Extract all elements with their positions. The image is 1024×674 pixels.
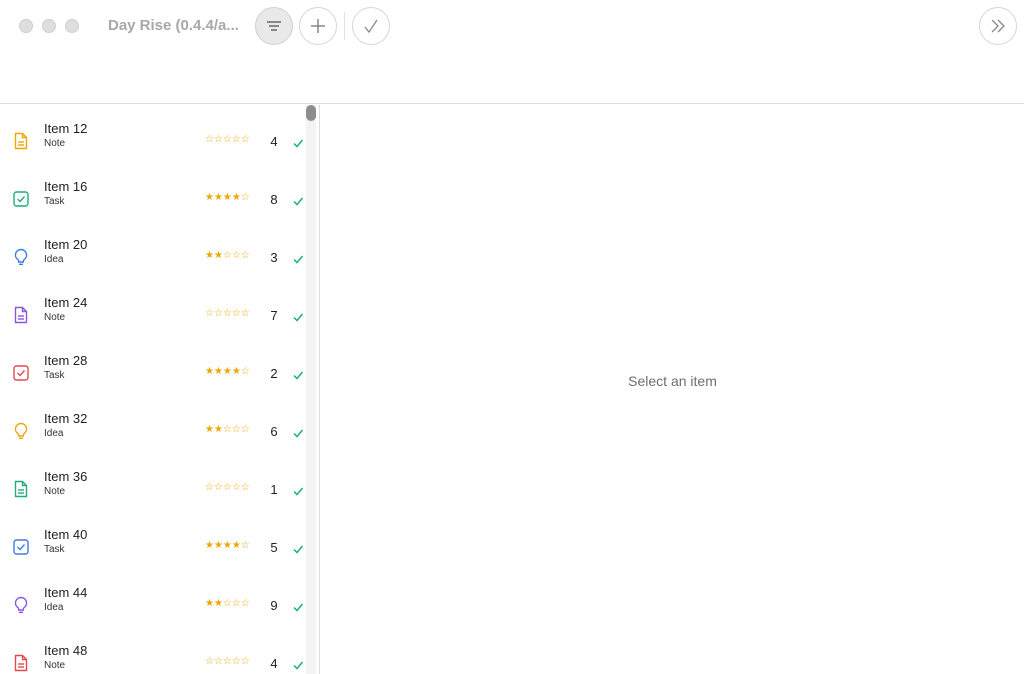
checkmark-icon[interactable] [292, 426, 304, 438]
list-item[interactable]: Item 24 Note ☆☆☆☆☆ 7 [0, 281, 306, 339]
checkbox-icon [12, 364, 30, 382]
item-name: Item 48 [44, 643, 88, 658]
checkbox-icon [12, 190, 30, 208]
filter-lines-icon [267, 21, 281, 31]
checkmark-icon [364, 19, 378, 34]
item-name: Item 40 [44, 527, 88, 542]
detail-panel: Select an item [321, 105, 1024, 674]
item-type: Idea [44, 602, 64, 613]
star-rating[interactable]: ★★★★☆ [205, 192, 250, 203]
title-bar: Day Rise (0.4.4/a... [0, 0, 1024, 104]
list-item[interactable]: Item 48 Note ☆☆☆☆☆ 4 [0, 629, 306, 674]
item-name: Item 12 [44, 121, 88, 136]
item-type: Note [44, 138, 66, 149]
checkmark-icon[interactable] [292, 310, 304, 322]
lightbulb-icon [12, 248, 30, 266]
item-count: 1 [270, 482, 278, 497]
list-item[interactable]: Item 40 Task ★★★★☆ 5 [0, 513, 306, 571]
star-rating[interactable]: ★★☆☆☆ [205, 598, 250, 609]
add-item-button[interactable] [299, 7, 337, 45]
star-rating[interactable]: ☆☆☆☆☆ [205, 656, 250, 667]
item-list: Item 12 Note ☆☆☆☆☆ 4 Item 16 Task ★★★★☆ 8 Item 2… [0, 105, 320, 674]
item-type: Note [44, 312, 66, 323]
checkmark-icon[interactable] [292, 542, 304, 554]
item-type: Task [44, 544, 65, 555]
list-item[interactable]: Item 32 Idea ★★☆☆☆ 6 [0, 397, 306, 455]
checkmark-icon[interactable] [292, 600, 304, 612]
item-name: Item 44 [44, 585, 88, 600]
plus-icon [311, 19, 325, 33]
list-item[interactable]: Item 44 Idea ★★☆☆☆ 9 [0, 571, 306, 629]
star-rating[interactable]: ★★☆☆☆ [205, 250, 250, 261]
document-icon [12, 306, 30, 324]
item-type: Idea [44, 254, 64, 265]
item-name: Item 16 [44, 179, 88, 194]
item-name: Item 28 [44, 353, 88, 368]
checkmark-icon[interactable] [292, 484, 304, 496]
item-count: 2 [270, 366, 278, 381]
star-rating[interactable]: ☆☆☆☆☆ [205, 482, 250, 493]
list-item[interactable]: Item 36 Note ☆☆☆☆☆ 1 [0, 455, 306, 513]
checkmark-icon[interactable] [292, 136, 304, 148]
item-count: 8 [270, 192, 278, 207]
item-type: Idea [44, 428, 64, 439]
checkmark-icon[interactable] [292, 194, 304, 206]
double-chevron-right-icon [991, 19, 1005, 33]
item-count: 5 [270, 540, 278, 555]
document-icon [12, 132, 30, 150]
list-item[interactable]: Item 20 Idea ★★☆☆☆ 3 [0, 223, 306, 281]
zoom-window-button[interactable] [65, 19, 79, 33]
minimize-window-button[interactable] [42, 19, 56, 33]
star-rating[interactable]: ★★★★☆ [205, 540, 250, 551]
empty-state-message: Select an item [628, 373, 717, 389]
checkmark-icon[interactable] [292, 658, 304, 670]
lightbulb-icon [12, 596, 30, 614]
filter-button[interactable] [255, 7, 293, 45]
item-name: Item 20 [44, 237, 88, 252]
item-type: Task [44, 196, 65, 207]
checkbox-icon [12, 538, 30, 556]
star-rating[interactable]: ★★★★☆ [205, 366, 250, 377]
item-name: Item 24 [44, 295, 88, 310]
item-type: Task [44, 370, 65, 381]
item-type: Note [44, 486, 66, 497]
checkmark-icon[interactable] [292, 368, 304, 380]
document-icon [12, 654, 30, 672]
star-rating[interactable]: ☆☆☆☆☆ [205, 308, 250, 319]
item-count: 3 [270, 250, 278, 265]
item-count: 7 [270, 308, 278, 323]
lightbulb-icon [12, 422, 30, 440]
scrollbar-track[interactable] [306, 105, 316, 674]
item-type: Note [44, 660, 66, 671]
item-count: 9 [270, 598, 278, 613]
item-count: 6 [270, 424, 278, 439]
list-item[interactable]: Item 12 Note ☆☆☆☆☆ 4 [0, 107, 306, 165]
item-count: 4 [270, 134, 278, 149]
complete-button[interactable] [352, 7, 390, 45]
list-item[interactable]: Item 28 Task ★★★★☆ 2 [0, 339, 306, 397]
list-item[interactable]: Item 16 Task ★★★★☆ 8 [0, 165, 306, 223]
star-rating[interactable]: ★★☆☆☆ [205, 424, 250, 435]
document-icon [12, 480, 30, 498]
item-name: Item 32 [44, 411, 88, 426]
toolbar-divider [344, 12, 345, 40]
item-name: Item 36 [44, 469, 88, 484]
item-count: 4 [270, 656, 278, 671]
close-window-button[interactable] [19, 19, 33, 33]
window-title: Day Rise (0.4.4/a... [108, 17, 239, 34]
checkmark-icon[interactable] [292, 252, 304, 264]
star-rating[interactable]: ☆☆☆☆☆ [205, 134, 250, 145]
scrollbar-thumb[interactable] [306, 105, 316, 121]
collapse-panel-button[interactable] [979, 7, 1017, 45]
